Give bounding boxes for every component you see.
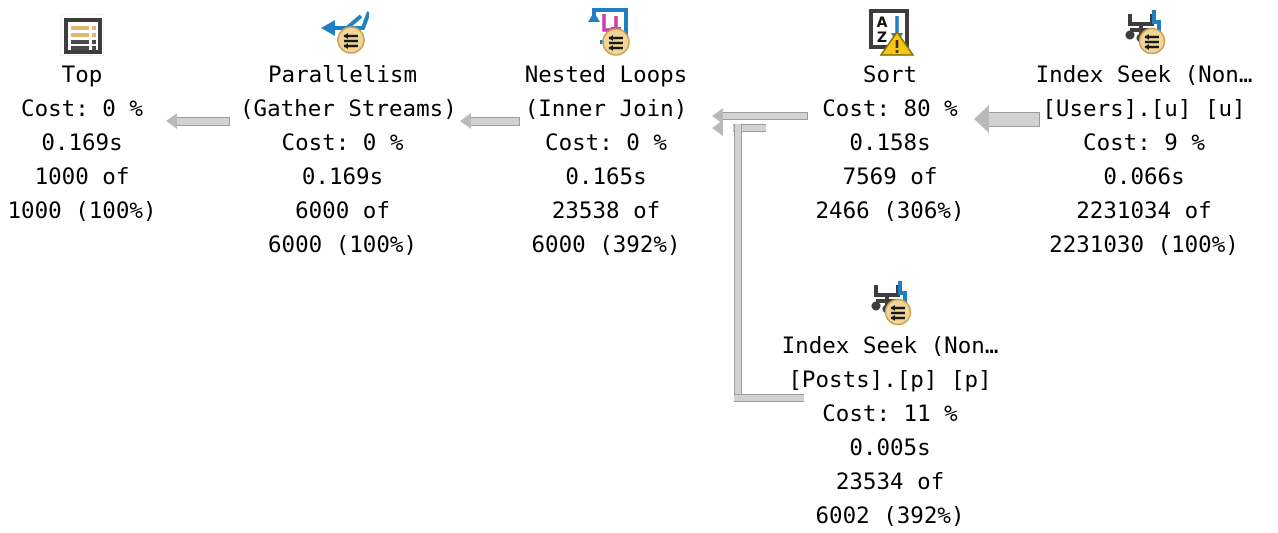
parallelism-glyph [320, 11, 371, 54]
node-object: [Users].[u] [u] [1042, 96, 1246, 122]
node-cost: Cost: 9 % [1083, 130, 1205, 156]
connector-elbow-vertical [734, 124, 742, 402]
plan-node-sort[interactable]: A Z Sort Cost: 80 % 0.158s 7569 of 2466 … [808, 4, 972, 228]
arrowhead-left-icon [460, 113, 471, 129]
node-actual-rows: 23538 of [551, 198, 661, 224]
connector-shaft [176, 117, 230, 126]
node-cost: Cost: 80 % [822, 96, 958, 122]
index-seek-icon [1010, 4, 1278, 56]
node-cost: Cost: 0 % [21, 96, 143, 122]
arrowhead-left-icon [712, 120, 723, 136]
plan-node-index-seek-users[interactable]: Index Seek (Non… [Users].[u] [u] Cost: 9… [1010, 4, 1278, 262]
node-operation: Index Seek (Non… [781, 333, 999, 359]
connector-shaft [722, 112, 808, 120]
node-subtitle: (Gather Streams) [240, 96, 457, 122]
node-estimated-rows: 1000 (100%) [7, 198, 157, 224]
node-elapsed: 0.169s [301, 164, 384, 190]
node-operation: Index Seek (Non… [1035, 62, 1253, 88]
node-cost: Cost: 0 % [545, 130, 667, 156]
node-actual-rows: 2231034 of [1076, 198, 1212, 224]
nested-loops-icon [512, 4, 700, 56]
node-elapsed: 0.066s [1103, 164, 1185, 190]
arrowhead-left-icon [166, 113, 177, 129]
arrowhead-left-icon [974, 105, 989, 133]
plan-node-top[interactable]: Top Cost: 0 % 0.169s 1000 of 1000 (100%) [0, 4, 164, 228]
svg-text:Z: Z [877, 30, 887, 46]
node-elapsed: 0.005s [849, 435, 931, 461]
node-elapsed: 0.165s [565, 164, 647, 190]
node-elapsed: 0.158s [849, 130, 931, 156]
node-object: [Posts].[p] [p] [788, 367, 992, 393]
parallelism-gather-streams-icon [240, 4, 445, 56]
node-operation: Parallelism [267, 62, 417, 88]
node-actual-rows: 1000 of [34, 164, 130, 190]
node-operation: Top [61, 62, 103, 88]
node-estimated-rows: 6000 (100%) [267, 232, 417, 258]
index-seek-glyph [1125, 10, 1166, 55]
node-cost: Cost: 0 % [281, 130, 404, 156]
sort-glyph: A Z [869, 9, 915, 56]
sort-az-warning-icon: A Z [808, 4, 972, 56]
plan-node-parallelism[interactable]: Parallelism (Gather Streams) Cost: 0 % 0… [240, 4, 457, 262]
svg-text:A: A [877, 15, 888, 31]
node-operation: Nested Loops [524, 62, 688, 88]
node-estimated-rows: 2466 (306%) [815, 198, 965, 224]
nested-loops-glyph [588, 8, 630, 56]
node-subtitle: (Inner Join) [524, 96, 688, 122]
plan-node-index-seek-posts[interactable]: Index Seek (Non… [Posts].[p] [p] Cost: 1… [762, 275, 1018, 533]
node-cost: Cost: 11 % [822, 401, 958, 427]
node-actual-rows: 23534 of [835, 469, 945, 495]
index-seek-icon [762, 275, 1018, 327]
node-estimated-rows: 2231030 (100%) [1049, 232, 1239, 258]
node-actual-rows: 6000 of [295, 198, 390, 224]
node-operation: Sort [862, 62, 918, 88]
index-seek-glyph [871, 281, 912, 326]
top-list-icon [0, 4, 164, 56]
node-elapsed: 0.169s [41, 130, 123, 156]
node-estimated-rows: 6002 (392%) [815, 503, 965, 529]
node-actual-rows: 7569 of [842, 164, 938, 190]
plan-node-nested-loops[interactable]: Nested Loops (Inner Join) Cost: 0 % 0.16… [512, 4, 700, 262]
node-estimated-rows: 6000 (392%) [531, 232, 681, 258]
